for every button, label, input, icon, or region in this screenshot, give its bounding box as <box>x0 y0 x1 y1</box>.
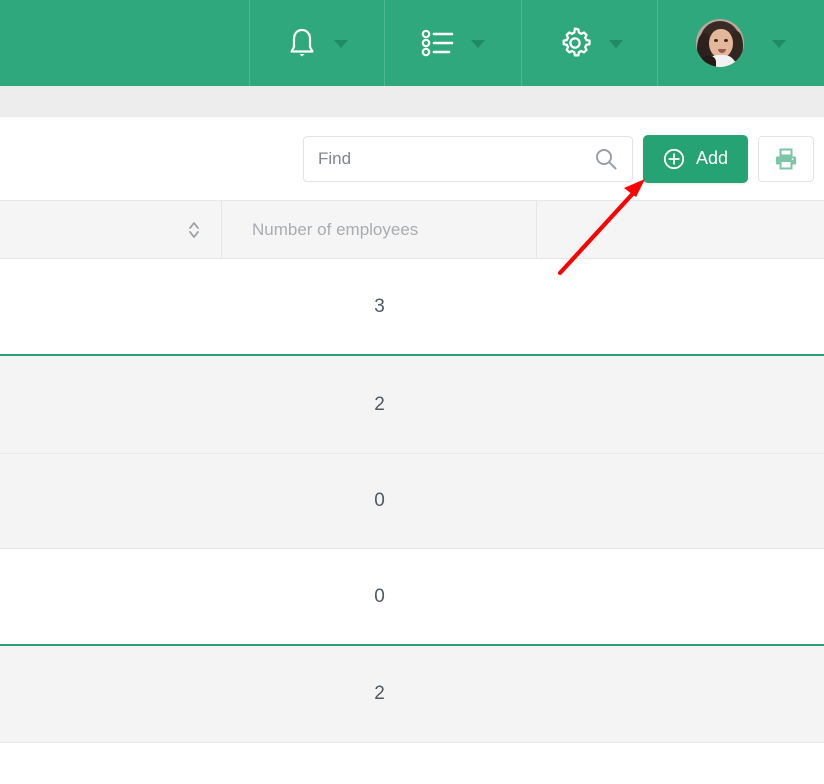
print-button[interactable] <box>758 135 814 182</box>
search-icon[interactable] <box>594 147 618 171</box>
plus-circle-icon <box>663 148 685 170</box>
table-row[interactable] <box>0 743 824 783</box>
cell-name <box>0 259 222 354</box>
cell-employees: 2 <box>374 393 385 415</box>
nav-item-tasks[interactable] <box>385 0 522 86</box>
add-button-label: Add <box>695 148 729 168</box>
nav-item-settings[interactable] <box>522 0 658 86</box>
nav-item-notifications[interactable] <box>250 0 385 86</box>
gear-icon <box>557 25 593 61</box>
list-icon <box>421 28 455 58</box>
app-root: Add <box>0 0 824 784</box>
cell-name <box>0 646 222 742</box>
table-row[interactable]: 2 <box>0 646 824 743</box>
cell-name <box>0 743 222 783</box>
table-header-row: Number of employees <box>0 200 824 259</box>
sort-updown-icon[interactable] <box>187 219 201 241</box>
chevron-down-icon[interactable] <box>772 40 786 48</box>
chevron-down-icon[interactable] <box>608 40 623 48</box>
cell-employees: 0 <box>374 490 385 511</box>
nav-item-account[interactable] <box>658 0 824 86</box>
column-header-actions <box>537 201 824 258</box>
table-row[interactable]: 3 <box>0 259 824 356</box>
column-header-name[interactable] <box>0 201 222 258</box>
table-row[interactable]: 0 <box>0 549 824 646</box>
avatar <box>696 19 744 67</box>
chevron-down-icon[interactable] <box>334 40 348 48</box>
data-table: Number of employees 3 2 0 0 2 <box>0 200 824 784</box>
column-header-employees[interactable]: Number of employees <box>222 201 537 258</box>
search-box[interactable] <box>303 135 633 182</box>
cell-name <box>0 356 222 453</box>
cell-name <box>0 549 222 644</box>
cell-name <box>0 454 222 548</box>
top-navigation-bar <box>0 0 824 86</box>
search-input[interactable] <box>304 136 632 181</box>
content-gap <box>0 86 824 117</box>
add-button[interactable]: Add <box>643 134 748 183</box>
table-row[interactable]: 0 <box>0 454 824 549</box>
nav-left-spacer <box>0 0 250 86</box>
cell-employees: 2 <box>374 683 385 704</box>
column-header-employees-label: Number of employees <box>252 219 419 239</box>
bell-icon <box>286 26 318 60</box>
cell-employees: 0 <box>374 585 385 607</box>
printer-icon <box>774 147 798 171</box>
chevron-down-icon[interactable] <box>471 40 485 48</box>
cell-employees: 3 <box>374 295 385 317</box>
table-toolbar: Add <box>0 117 824 200</box>
table-row[interactable]: 2 <box>0 356 824 454</box>
